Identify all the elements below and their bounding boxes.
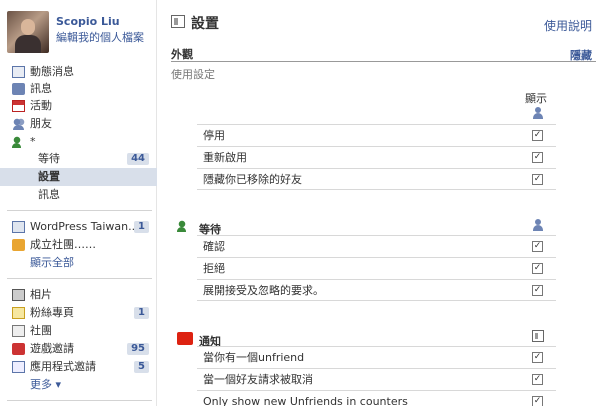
profile-name[interactable]: Scopio Liu xyxy=(56,15,120,28)
help-link[interactable]: 使用說明 xyxy=(544,17,592,34)
wordpress-count-badge: 1 xyxy=(134,221,149,233)
person-icon xyxy=(532,219,544,231)
sidebar-item-game-invites[interactable]: 遊戲邀請 95 xyxy=(0,340,157,358)
sidebar-item-wait[interactable]: 等待 44 xyxy=(0,150,157,168)
sidebar-item-label: WordPress Taiwan... xyxy=(30,220,139,233)
sidebar-item-events[interactable]: 活動 xyxy=(0,97,157,115)
photos-icon xyxy=(12,289,25,301)
left-sidebar: Scopio Liu 編輯我的個人檔案 動態消息 訊息 活動 朋友 * 等待 44… xyxy=(0,0,157,406)
display-checkbox[interactable]: ✓ xyxy=(532,241,543,252)
row-label: 當你有一個unfriend xyxy=(203,351,305,364)
sidebar-item-label: 粉絲專頁 xyxy=(30,306,74,319)
settings-row: 當一個好友請求被取消 ✓ xyxy=(197,368,556,390)
display-checkbox[interactable]: ✓ xyxy=(532,130,543,141)
sidebar-item-groups[interactable]: 社團 xyxy=(0,322,157,340)
sidebar-item-label: 訊息 xyxy=(30,82,52,95)
row-label: 拒絕 xyxy=(203,262,225,275)
sidebar-item-label: 遊戲邀請 xyxy=(30,342,74,355)
friends-icon xyxy=(12,118,25,130)
sidebar-item-label: 社團 xyxy=(30,324,52,337)
show-all-link[interactable]: 顯示全部 xyxy=(0,254,157,272)
display-checkbox[interactable]: ✓ xyxy=(532,352,543,363)
sidebar-divider xyxy=(7,210,152,211)
sidebar-item-unfriend-app[interactable]: * xyxy=(0,133,157,151)
settings-row: 隱藏你已移除的好友 ✓ xyxy=(197,168,556,190)
settings-row: 停用 ✓ xyxy=(197,124,556,146)
fan-page-icon xyxy=(12,307,25,319)
settings-row: 展開接受及忽略的要求。 ✓ xyxy=(197,279,556,301)
sidebar-divider xyxy=(7,400,152,401)
display-checkbox[interactable]: ✓ xyxy=(532,285,543,296)
display-checkbox[interactable]: ✓ xyxy=(532,374,543,385)
sidebar-item-label: 訊息 xyxy=(38,188,60,201)
appearance-heading: 外觀 xyxy=(171,48,193,61)
game-invite-icon xyxy=(12,343,25,355)
more-link[interactable]: 更多 ▾ xyxy=(0,376,157,394)
pending-friends-icon xyxy=(177,220,193,233)
row-label: 隱藏你已移除的好友 xyxy=(203,173,302,186)
sidebar-item-app-invites[interactable]: 應用程式邀請 5 xyxy=(0,358,157,376)
sidebar-item-create-group[interactable]: 成立社團…… xyxy=(0,236,157,254)
sidebar-item-settings[interactable]: 設置 xyxy=(0,168,157,186)
sidebar-item-label: 等待 xyxy=(38,152,60,165)
settings-row: 當你有一個unfriend ✓ xyxy=(197,346,556,368)
row-label: 停用 xyxy=(203,129,225,142)
settings-row: 重新啟用 ✓ xyxy=(197,146,556,168)
sidebar-item-photos[interactable]: 相片 xyxy=(0,286,157,304)
sidebar-item-label: 動態消息 xyxy=(30,65,74,78)
sidebar-item-label: 成立社團…… xyxy=(30,238,96,251)
messages-icon xyxy=(12,83,25,95)
person-icon xyxy=(532,107,544,119)
edit-profile-link[interactable]: 編輯我的個人檔案 xyxy=(56,29,144,45)
settings-row: 確認 ✓ xyxy=(197,235,556,257)
fan-pages-count-badge: 1 xyxy=(134,307,149,319)
sidebar-item-label: 活動 xyxy=(30,99,52,112)
game-invites-count-badge: 95 xyxy=(127,343,149,355)
sidebar-divider xyxy=(7,278,152,279)
groups-icon xyxy=(12,325,25,337)
row-label: Only show new Unfriends in counters xyxy=(203,395,408,406)
settings-row: Only show new Unfriends in counters ✓ xyxy=(197,390,556,406)
row-label: 展開接受及忽略的要求。 xyxy=(203,284,324,297)
row-label: 當一個好友請求被取消 xyxy=(203,373,313,386)
page-title: 設置 xyxy=(191,16,219,32)
display-checkbox[interactable]: ✓ xyxy=(532,263,543,274)
avatar[interactable] xyxy=(7,11,49,53)
sidebar-item-label: 設置 xyxy=(38,170,60,183)
display-checkbox[interactable]: ✓ xyxy=(532,174,543,185)
settings-row: 拒絕 ✓ xyxy=(197,257,556,279)
section-divider xyxy=(171,61,596,62)
profile-block: Scopio Liu 編輯我的個人檔案 xyxy=(7,11,155,55)
sidebar-item-messages[interactable]: 訊息 xyxy=(0,80,157,98)
wait-count-badge: 44 xyxy=(127,153,149,165)
create-group-icon xyxy=(12,239,25,251)
main-content: 設置 使用說明 外觀 隱藏 使用設定 顯示 停用 ✓ 重新啟用 ✓ 隱藏你已移除的好… xyxy=(157,0,600,406)
sidebar-item-label: 相片 xyxy=(30,288,52,301)
sidebar-item-friends[interactable]: 朋友 xyxy=(0,115,157,133)
notification-icon xyxy=(177,332,193,345)
sidebar-item-label: 朋友 xyxy=(30,117,52,130)
appearance-subtitle: 使用設定 xyxy=(171,68,215,81)
unfriend-app-icon xyxy=(12,136,25,148)
app-invite-icon xyxy=(12,361,25,373)
sidebar-item-label: 應用程式邀請 xyxy=(30,360,96,373)
sidebar-item-label: * xyxy=(30,135,36,148)
sidebar-item-label: 顯示全部 xyxy=(30,256,74,269)
row-label: 確認 xyxy=(203,240,225,253)
display-checkbox[interactable]: ✓ xyxy=(532,152,543,163)
sidebar-item-wordpress[interactable]: WordPress Taiwan... 1 xyxy=(0,218,157,236)
sidebar-item-label: 更多 ▾ xyxy=(30,378,62,391)
notification-column-icon xyxy=(532,330,544,342)
app-invites-count-badge: 5 xyxy=(134,361,149,373)
group-page-icon xyxy=(12,221,25,233)
calendar-icon xyxy=(12,100,25,112)
display-checkbox[interactable]: ✓ xyxy=(532,396,543,406)
news-feed-icon xyxy=(12,66,25,78)
sidebar-item-news[interactable]: 動態消息 xyxy=(0,63,157,81)
display-column-label: 顯示 xyxy=(525,92,547,105)
sidebar-item-messages-sub[interactable]: 訊息 xyxy=(0,186,157,204)
row-label: 重新啟用 xyxy=(203,151,247,164)
sidebar-item-fan-pages[interactable]: 粉絲專頁 1 xyxy=(0,304,157,322)
